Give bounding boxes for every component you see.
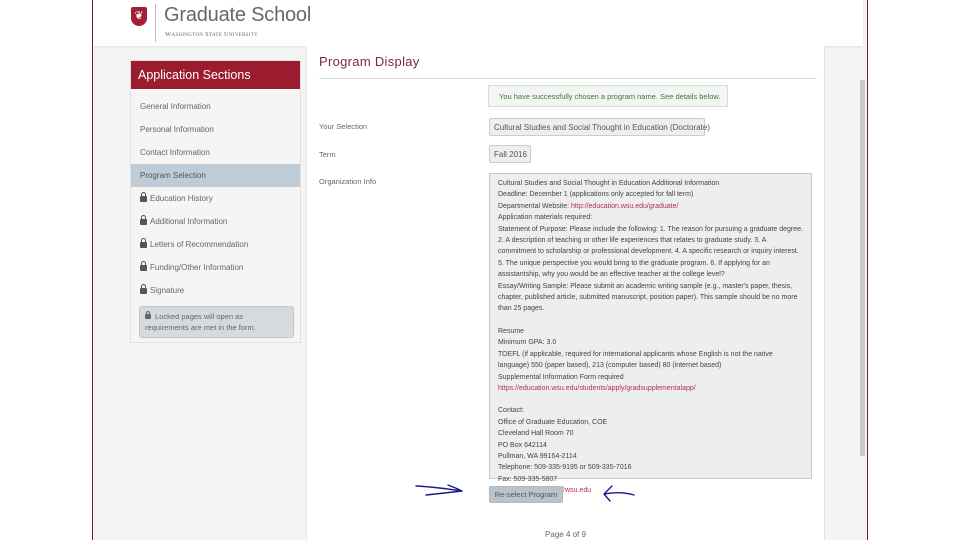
lock-icon	[140, 284, 147, 294]
page-title: Program Display	[319, 54, 420, 69]
contact-line: PO Box 642114	[498, 441, 547, 449]
contact-line: Cleveland Hall Room 70	[498, 430, 574, 438]
sidebar-item-general-information[interactable]: General Information	[131, 95, 300, 118]
sidebar-item-additional-information[interactable]: Additional Information	[131, 210, 300, 233]
lock-icon	[140, 261, 147, 271]
sidebar-item-label: General Information	[140, 102, 211, 111]
org-info-deadline: Deadline: December 1 (applications only …	[498, 191, 694, 199]
lock-icon	[145, 311, 151, 319]
your-selection-label: Your Selection	[319, 122, 368, 131]
lock-icon	[140, 238, 147, 248]
contact-line: Telephone: 509-335-9195 or 509-335-7016	[498, 464, 632, 472]
selected-program-field: Cultural Studies and Social Thought in E…	[489, 118, 710, 136]
success-alert: You have successfully chosen a program n…	[488, 85, 728, 107]
locked-pages-note-text: Locked pages will open as requirements a…	[145, 312, 256, 332]
organization-info-label: Organization Info	[319, 177, 377, 186]
supplemental-form-link[interactable]: https://education.wsu.edu/students/apply…	[498, 383, 803, 394]
application-sections-sidebar: Application Sections General Information…	[130, 60, 301, 343]
page-indicator: Page 4 of 9	[545, 530, 586, 539]
sidebar-item-label: Funding/Other Information	[150, 263, 244, 272]
sidebar-item-label: Signature	[150, 286, 185, 295]
logo-divider	[155, 4, 156, 42]
website-label: Departmental Website:	[498, 202, 570, 210]
app-window: ❦ Graduate School Washington State Unive…	[92, 0, 868, 540]
lock-icon	[140, 192, 147, 202]
org-info-toefl: TOEFL (if applicable, required for inter…	[498, 350, 773, 370]
org-info-website: Departmental Website: http://education.w…	[498, 201, 803, 212]
org-info-statement: Statement of Purpose: Please include the…	[498, 225, 803, 279]
organization-info-box: Cultural Studies and Social Thought in E…	[489, 173, 812, 494]
org-info-heading: Cultural Studies and Social Thought in E…	[498, 180, 720, 187]
org-info-essay: Essay/Writing Sample: Please submit an a…	[498, 282, 798, 313]
sidebar-heading: Application Sections	[131, 61, 300, 89]
department-website-link[interactable]: http://education.wsu.edu/graduate/	[571, 203, 678, 210]
org-info-resume: Resume	[498, 327, 525, 335]
sidebar-item-label: Letters of Recommendation	[150, 240, 249, 249]
sidebar-item-label: Additional Information	[150, 217, 228, 226]
annotation-arrow-right-icon	[415, 484, 463, 496]
sidebar-item-label: Personal Information	[140, 125, 214, 134]
main-panel: Program Display You have successfully ch…	[306, 46, 825, 540]
title-divider	[319, 78, 817, 79]
site-title[interactable]: Graduate School	[164, 4, 311, 27]
sidebar-item-label: Program Selection	[140, 171, 206, 180]
scrollbar[interactable]	[860, 80, 865, 456]
site-subtitle: Washington State University	[165, 31, 259, 38]
contact-line: Pullman, WA 99164-2114	[498, 452, 577, 460]
sidebar-item-education-history[interactable]: Education History	[131, 187, 300, 210]
sidebar-item-signature[interactable]: Signature	[131, 279, 300, 302]
term-field: Fall 2016	[489, 145, 531, 163]
contact-line: Fax: 509-335-5807	[498, 475, 558, 483]
sidebar-item-funding-other-information[interactable]: Funding/Other Information	[131, 256, 300, 279]
sidebar-item-personal-information[interactable]: Personal Information	[131, 118, 300, 141]
lock-icon	[140, 215, 147, 225]
wsu-shield-logo-icon[interactable]: ❦	[131, 7, 147, 26]
sidebar-item-contact-information[interactable]: Contact Information	[131, 141, 300, 164]
org-info-supplemental: Supplemental Information Form required	[498, 373, 624, 381]
org-info-materials: Application materials required:	[498, 214, 593, 222]
org-info-contact-heading: Contact:	[498, 407, 525, 415]
contact-line: Office of Graduate Education, COE	[498, 418, 608, 426]
sidebar-item-letters-of-recommendation[interactable]: Letters of Recommendation	[131, 233, 300, 256]
reselect-program-button[interactable]: Re-select Program	[489, 486, 563, 503]
annotation-arrow-left-icon	[603, 485, 635, 502]
locked-pages-note: Locked pages will open as requirements a…	[139, 306, 294, 338]
sidebar-item-program-selection[interactable]: Program Selection	[131, 164, 300, 187]
sidebar-item-label: Education History	[150, 194, 213, 203]
sidebar-item-label: Contact Information	[140, 148, 210, 157]
term-label: Term	[319, 150, 336, 159]
site-header: ❦ Graduate School Washington State Unive…	[93, 0, 863, 46]
org-info-gpa: Minimum GPA: 3.0	[498, 339, 557, 347]
